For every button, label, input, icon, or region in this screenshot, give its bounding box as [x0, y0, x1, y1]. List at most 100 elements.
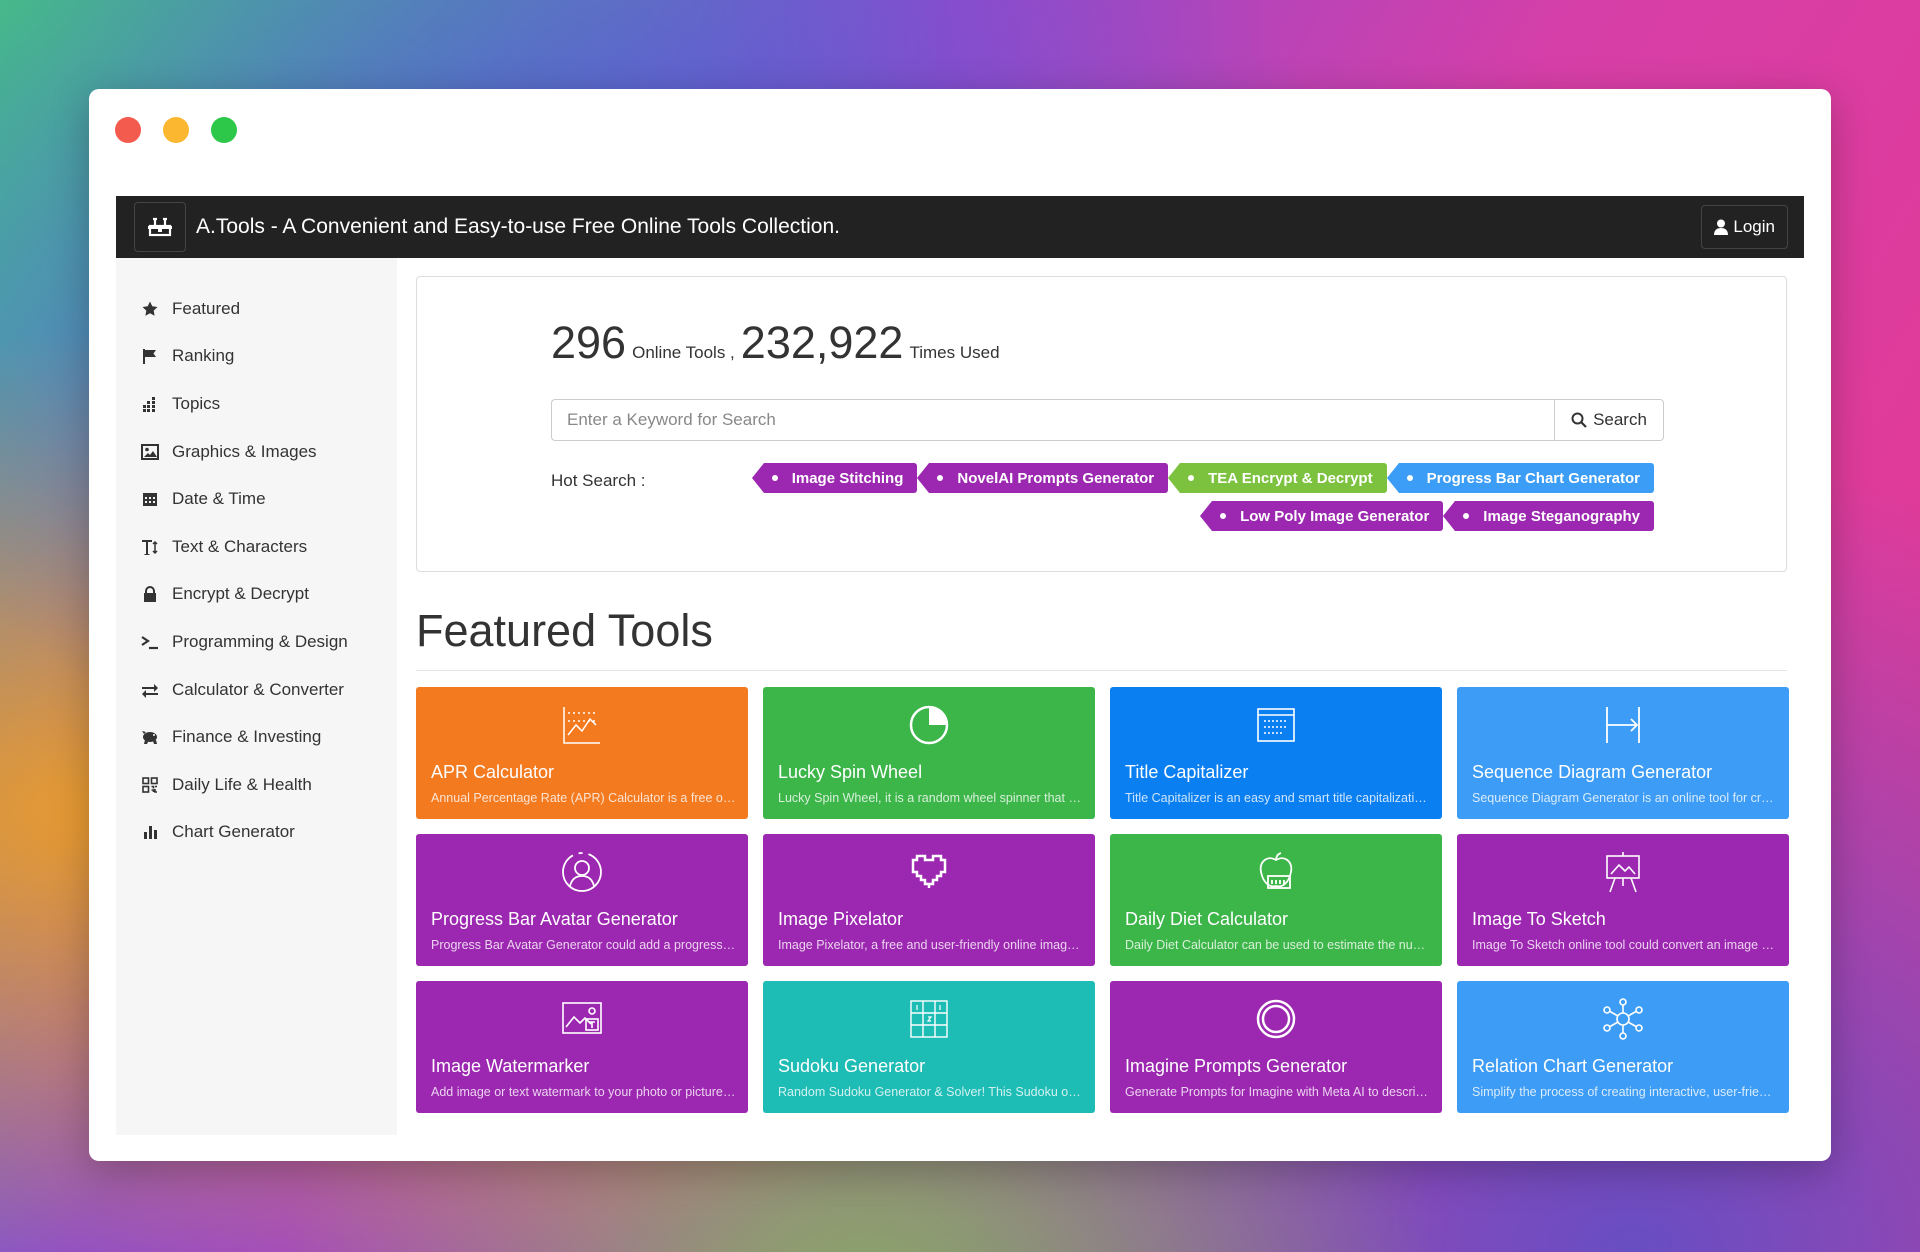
apple-scale-icon [1259, 852, 1293, 889]
tool-card-image-watermarker[interactable]: Image Watermarker Add image or text wate… [416, 981, 748, 1113]
swap-arrows-icon [140, 680, 160, 700]
tool-card-image-pixelator[interactable]: Image Pixelator Image Pixelator, a free … [763, 834, 1095, 966]
piggy-bank-icon [140, 727, 160, 747]
tools-label: Online Tools , [632, 343, 735, 362]
sidebar-item-featured[interactable]: Featured [116, 285, 397, 333]
bar-chart-icon [140, 822, 160, 842]
tool-card-daily-diet-calculator[interactable]: Daily Diet Calculator Daily Diet Calcula… [1110, 834, 1442, 966]
hot-tag-progress-bar-chart-generator[interactable]: Progress Bar Chart Generator [1386, 463, 1654, 493]
hot-search-label: Hot Search : [551, 471, 646, 490]
uses-count: 232,922 [740, 317, 904, 368]
tool-card-description: Progress Bar Avatar Generator could add … [431, 938, 736, 952]
search-icon [1571, 412, 1587, 428]
featured-tools-heading: Featured Tools [416, 605, 713, 656]
tool-card-title-capitalizer[interactable]: Title Capitalizer Title Capitalizer is a… [1110, 687, 1442, 819]
login-button[interactable]: Login [1701, 205, 1788, 249]
hot-tag-image-stitching[interactable]: Image Stitching [751, 463, 918, 493]
tool-card-image-to-sketch[interactable]: Image To Sketch Image To Sketch online t… [1457, 834, 1789, 966]
sidebar-item-date-time[interactable]: Date & Time [116, 475, 397, 523]
tool-card-title: Daily Diet Calculator [1125, 909, 1289, 929]
tool-card-description: Lucky Spin Wheel, it is a random wheel s… [778, 791, 1083, 805]
sidebar-item-finance-investing[interactable]: Finance & Investing [116, 713, 397, 761]
hot-search-tags: Image Stitching NovelAI Prompts Generato… [751, 463, 1654, 531]
maximize-window-button[interactable] [211, 117, 237, 143]
tool-card-sudoku-generator[interactable]: Sudoku Generator Random Sudoku Generator… [763, 981, 1095, 1113]
flag-icon [140, 346, 160, 366]
tool-card-lucky-spin-wheel[interactable]: Lucky Spin Wheel Lucky Spin Wheel, it is… [763, 687, 1095, 819]
avatar-circle-icon [562, 852, 602, 892]
sequence-arrow-icon [1606, 707, 1640, 743]
sidebar-item-programming-design[interactable]: Programming & Design [116, 618, 397, 666]
tool-card-progress-bar-avatar-generator[interactable]: Progress Bar Avatar Generator Progress B… [416, 834, 748, 966]
sidebar-item-label: Programming & Design [172, 631, 348, 651]
tool-card-title: Image To Sketch [1472, 909, 1606, 929]
tool-card-title: Sudoku Generator [778, 1056, 926, 1076]
user-icon [1714, 219, 1729, 235]
minimize-window-button[interactable] [163, 117, 189, 143]
usage-stats: 296 Online Tools , 232,922 Times Used [551, 317, 1006, 369]
featured-tools-grid: APR Calculator Annual Percentage Rate (A… [416, 687, 1789, 1113]
search-bar: Search [551, 399, 1664, 441]
site-title[interactable]: A.Tools - A Convenient and Easy-to-use F… [196, 215, 840, 239]
search-input[interactable] [551, 399, 1554, 441]
network-nodes-icon [1603, 998, 1643, 1040]
dots-grid-icon [140, 394, 160, 414]
sidebar-item-chart-generator[interactable]: Chart Generator [116, 809, 397, 857]
sidebar-item-label: Date & Time [172, 489, 266, 509]
tool-card-title: Imagine Prompts Generator [1125, 1056, 1348, 1076]
search-button[interactable]: Search [1554, 399, 1664, 441]
tool-card-description: Random Sudoku Generator & Solver! This S… [778, 1085, 1083, 1099]
tool-card-description: Title Capitalizer is an easy and smart t… [1125, 791, 1430, 805]
tool-card-description: Image Pixelator, a free and user-friendl… [778, 938, 1083, 952]
lock-icon [140, 584, 160, 604]
sidebar-item-topics[interactable]: Topics [116, 380, 397, 428]
hot-tag-novelai-prompts-generator[interactable]: NovelAI Prompts Generator [917, 463, 1169, 493]
tool-card-description: Image To Sketch online tool could conver… [1472, 938, 1777, 952]
tool-card-description: Daily Diet Calculator can be used to est… [1125, 938, 1430, 952]
browser-window: A.Tools - A Convenient and Easy-to-use F… [89, 89, 1831, 1161]
easel-icon [1606, 852, 1640, 893]
sidebar-item-label: Text & Characters [172, 536, 308, 556]
hot-tag-image-steganography[interactable]: Image Steganography [1443, 501, 1654, 531]
hot-tag-tea-encrypt-decrypt[interactable]: TEA Encrypt & Decrypt [1168, 463, 1387, 493]
sidebar-item-daily-life-health[interactable]: Daily Life & Health [116, 761, 397, 809]
line-chart-icon [563, 707, 600, 744]
sidebar-item-label: Encrypt & Decrypt [172, 584, 309, 604]
tool-card-sequence-diagram-generator[interactable]: Sequence Diagram Generator Sequence Diag… [1457, 687, 1789, 819]
sidebar-item-label: Calculator & Converter [172, 679, 344, 699]
sidebar-item-ranking[interactable]: Ranking [116, 333, 397, 381]
tool-card-description: Sequence Diagram Generator is an online … [1472, 791, 1777, 805]
sidebar-item-text-characters[interactable]: Text & Characters [116, 523, 397, 571]
tool-card-imagine-prompts-generator[interactable]: Imagine Prompts Generator Generate Promp… [1110, 981, 1442, 1113]
terminal-icon [140, 632, 160, 652]
tool-card-relation-chart-generator[interactable]: Relation Chart Generator Simplify the pr… [1457, 981, 1789, 1113]
sidebar-item-label: Ranking [172, 346, 235, 366]
window-controls [115, 117, 237, 143]
close-window-button[interactable] [115, 117, 141, 143]
search-button-label: Search [1593, 410, 1647, 429]
star-icon [140, 299, 160, 319]
tools-count: 296 [551, 317, 627, 368]
sidebar-item-label: Daily Life & Health [172, 774, 312, 794]
calendar-icon [140, 489, 160, 509]
tool-card-title: Image Watermarker [431, 1056, 590, 1076]
text-height-icon [140, 537, 160, 557]
hot-tag-low-poly-image-generator[interactable]: Low Poly Image Generator [1200, 501, 1444, 531]
uses-label: Times Used [909, 343, 1000, 362]
toolbox-logo-icon[interactable] [134, 202, 186, 252]
tool-card-title: APR Calculator [431, 762, 555, 782]
top-navbar: A.Tools - A Convenient and Easy-to-use F… [116, 196, 1804, 258]
sidebar-item-calculator-converter[interactable]: Calculator & Converter [116, 666, 397, 714]
sidebar-item-label: Topics [172, 393, 221, 413]
category-sidebar: Featured Ranking Topics Graphics & Image… [116, 258, 397, 1135]
sidebar-item-graphics-images[interactable]: Graphics & Images [116, 428, 397, 476]
ring-icon [1256, 999, 1296, 1039]
qr-code-icon [140, 775, 160, 795]
tool-card-description: Annual Percentage Rate (APR) Calculator … [431, 791, 736, 805]
pie-chart-icon [909, 705, 949, 745]
tool-card-apr-calculator[interactable]: APR Calculator Annual Percentage Rate (A… [416, 687, 748, 819]
tool-card-title: Image Pixelator [778, 909, 904, 929]
sidebar-item-label: Chart Generator [172, 822, 295, 842]
sidebar-item-encrypt-decrypt[interactable]: Encrypt & Decrypt [116, 571, 397, 619]
tool-card-title: Relation Chart Generator [1472, 1056, 1674, 1076]
